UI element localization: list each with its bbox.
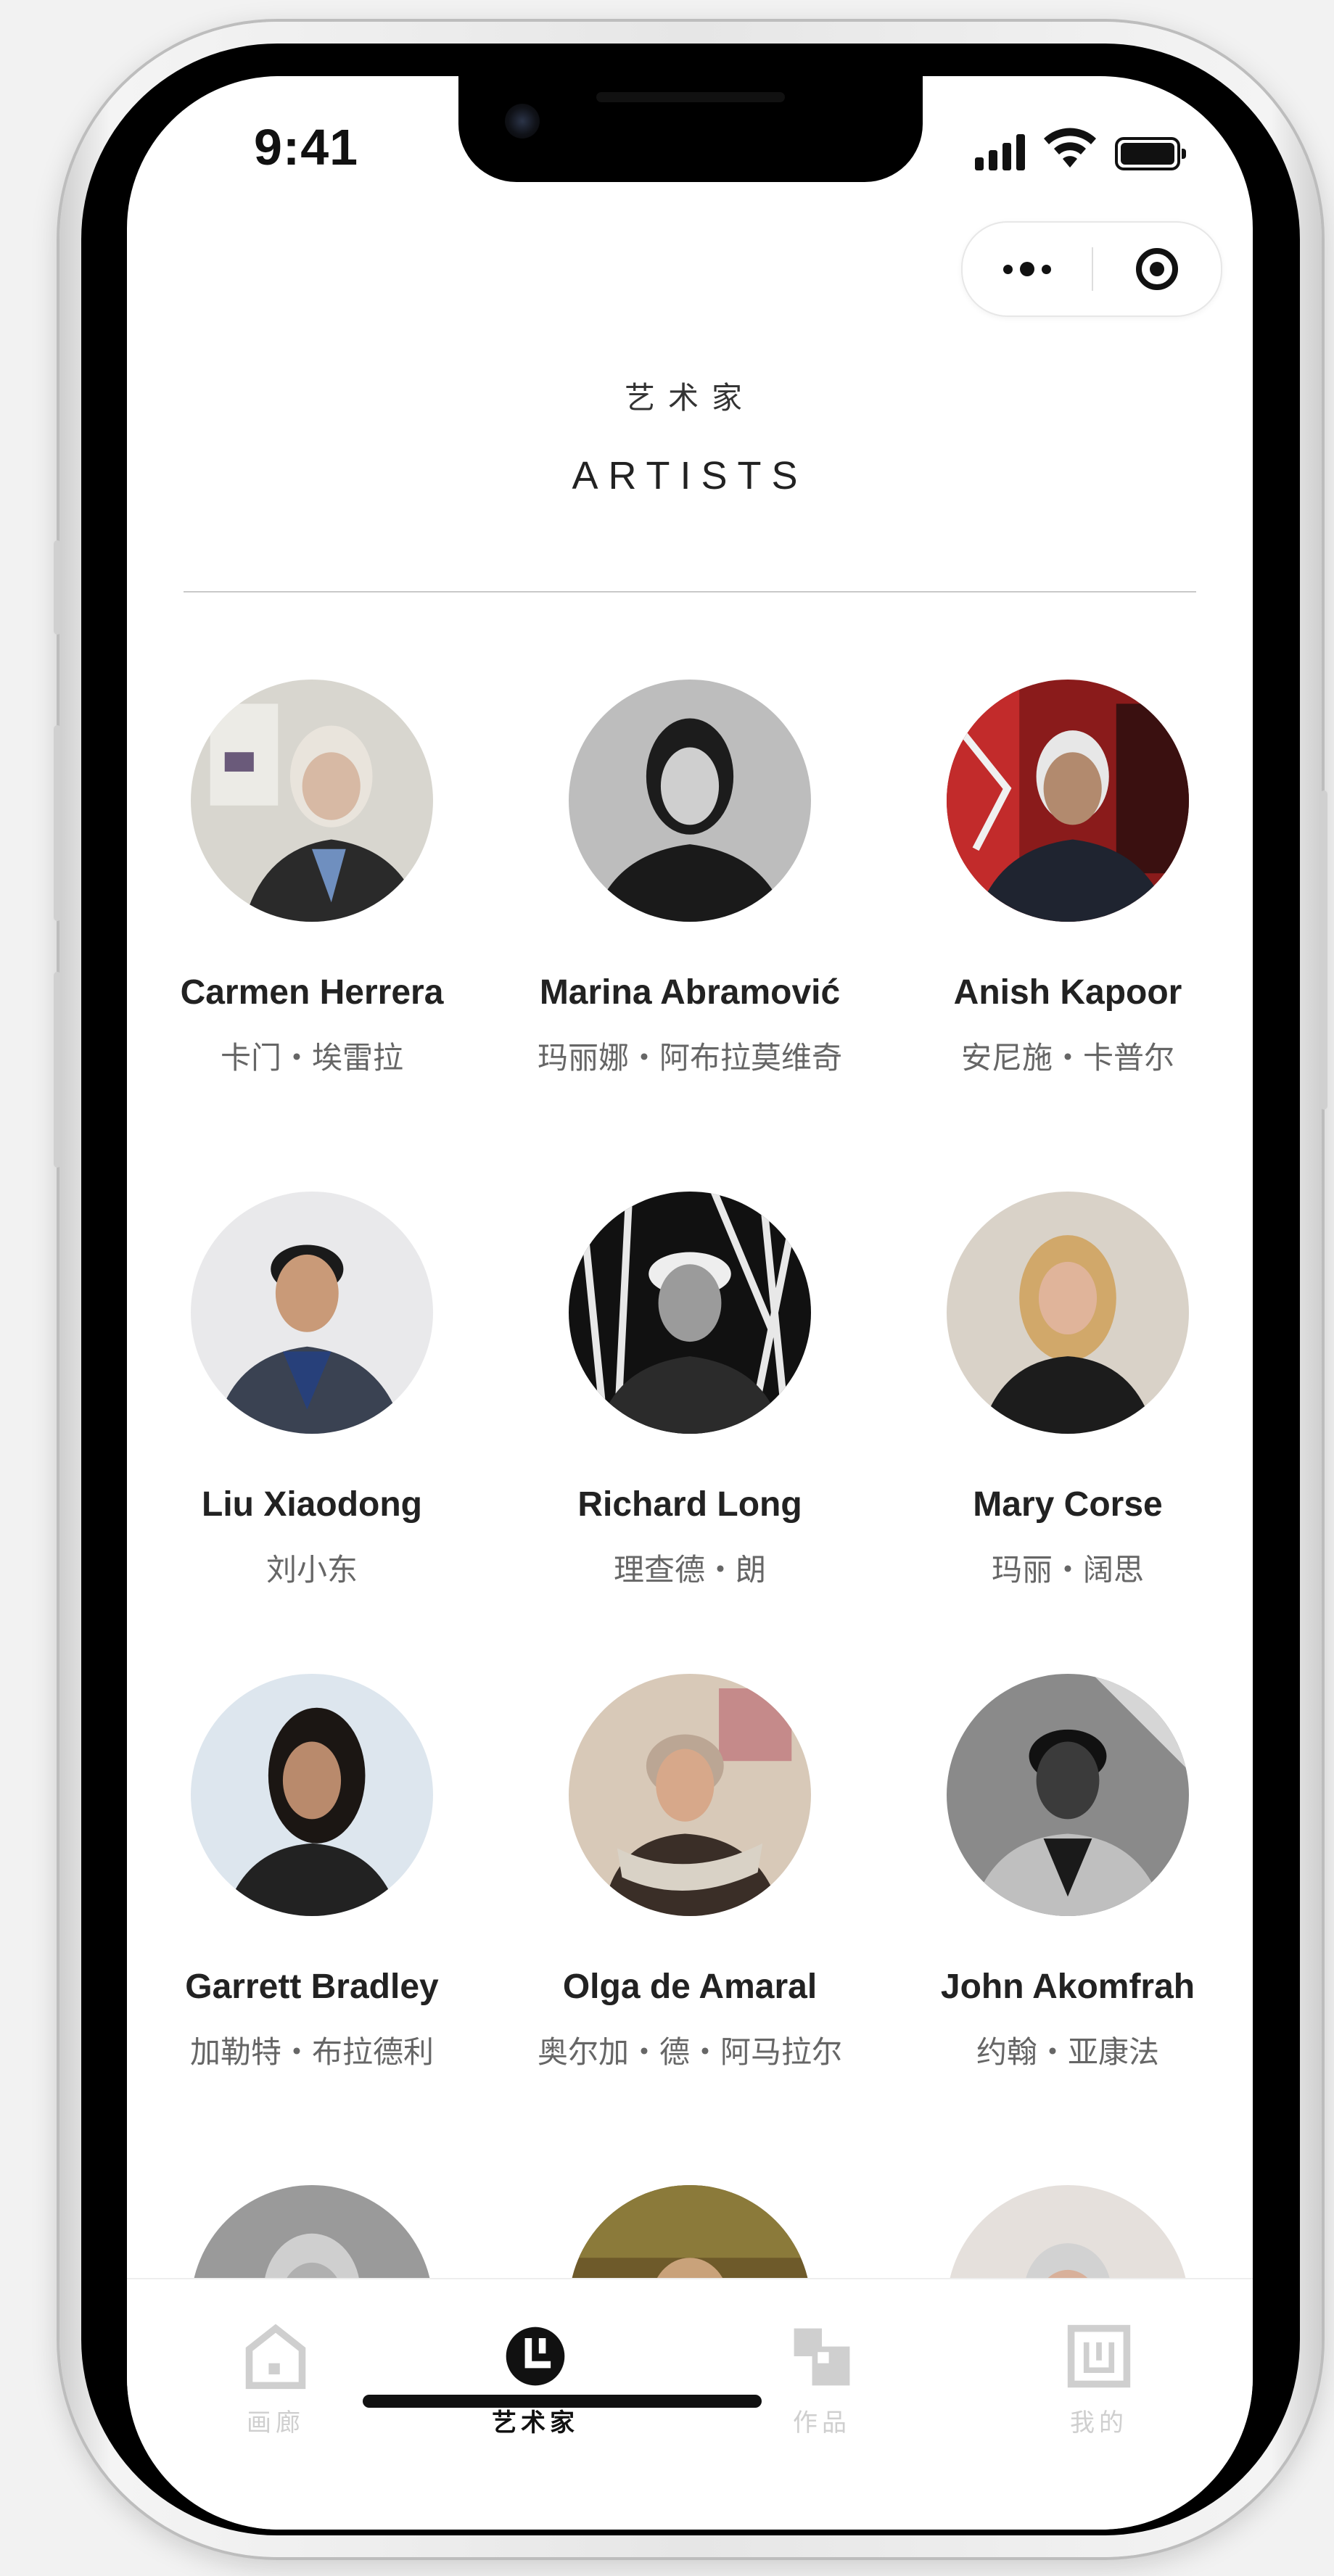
home-indicator xyxy=(363,2395,762,2408)
artist-name-cn: 奥尔加・德・阿马拉尔 xyxy=(537,2034,842,2070)
artworks-icon xyxy=(794,2328,850,2386)
gallery-house-icon xyxy=(245,2324,306,2390)
artist-name-en: Marina Abramović xyxy=(539,973,841,1012)
tab-label: 艺术家 xyxy=(492,2408,579,2437)
volume-down-button xyxy=(54,972,61,1168)
tab-artists[interactable]: 艺术家 xyxy=(448,2321,622,2438)
artist-name-cn: 玛丽娜・阿布拉莫维奇 xyxy=(537,1040,842,1076)
app-screen: 9:41 艺术家 ARTISTS Carmen Herrera 卡门・埃雷拉 M… xyxy=(127,76,1253,2530)
artist-name-cn: 加勒特・布拉德利 xyxy=(189,2034,434,2070)
page-title-en: ARTISTS xyxy=(572,454,808,498)
speaker-grille xyxy=(596,92,785,102)
artist-name-en: Richard Long xyxy=(577,1485,802,1524)
tab-artworks[interactable]: 作品 xyxy=(735,2321,909,2438)
artist-name-en: John Akomfrah xyxy=(940,1968,1195,2006)
target-icon xyxy=(1136,248,1178,290)
profile-icon xyxy=(1067,2324,1131,2388)
dot-icon xyxy=(1020,262,1034,276)
artist-avatar xyxy=(569,680,811,922)
notch xyxy=(458,76,923,182)
artist-clock-icon xyxy=(506,2327,565,2386)
artist-name-en: Liu Xiaodong xyxy=(202,1485,422,1524)
artist-name-cn: 卡门・埃雷拉 xyxy=(220,1040,403,1076)
artist-avatar xyxy=(569,1674,811,1916)
header-divider xyxy=(184,591,1196,593)
artist-name-en: Carmen Herrera xyxy=(180,973,444,1012)
dot-icon xyxy=(1003,264,1013,274)
tab-gallery[interactable]: 画廊 xyxy=(189,2321,363,2438)
more-options-button[interactable] xyxy=(963,223,1092,315)
volume-up-button xyxy=(54,725,61,921)
artist-name-cn: 玛丽・阔思 xyxy=(991,1552,1144,1588)
artist-avatar xyxy=(191,1674,433,1916)
miniprogram-capsule xyxy=(961,221,1222,317)
mute-switch xyxy=(54,540,61,635)
status-time: 9:41 xyxy=(254,119,359,176)
artist-avatar xyxy=(947,1192,1189,1434)
artist-name-en: Garrett Bradley xyxy=(185,1968,439,2006)
tab-label: 画廊 xyxy=(247,2408,305,2437)
artist-name-cn: 安尼施・卡普尔 xyxy=(960,1040,1174,1076)
artist-avatar xyxy=(947,1674,1189,1916)
wifi-icon xyxy=(1044,128,1096,168)
close-miniprogram-button[interactable] xyxy=(1093,223,1221,315)
cellular-signal-icon xyxy=(975,133,1025,170)
power-button xyxy=(1320,790,1327,1110)
artist-name-cn: 约翰・亚康法 xyxy=(976,2034,1159,2070)
front-camera xyxy=(505,104,540,139)
dot-icon xyxy=(1042,264,1051,274)
tab-profile[interactable]: 我的 xyxy=(1012,2321,1186,2438)
artist-name-cn: 理查德・朗 xyxy=(613,1552,766,1588)
artist-name-en: Anish Kapoor xyxy=(953,973,1182,1012)
tab-label: 作品 xyxy=(793,2408,851,2437)
artist-name-cn: 刘小东 xyxy=(265,1552,358,1588)
artist-avatar xyxy=(191,1192,433,1434)
artist-avatar xyxy=(569,1192,811,1434)
artist-avatar xyxy=(947,680,1189,922)
artist-name-en: Olga de Amaral xyxy=(562,1968,818,2006)
artist-avatar xyxy=(191,680,433,922)
artist-name-en: Mary Corse xyxy=(973,1485,1163,1524)
status-icons xyxy=(975,127,1186,170)
page-title-cn: 艺术家 xyxy=(624,380,755,416)
tab-label: 我的 xyxy=(1070,2408,1128,2437)
battery-icon xyxy=(1115,137,1186,170)
